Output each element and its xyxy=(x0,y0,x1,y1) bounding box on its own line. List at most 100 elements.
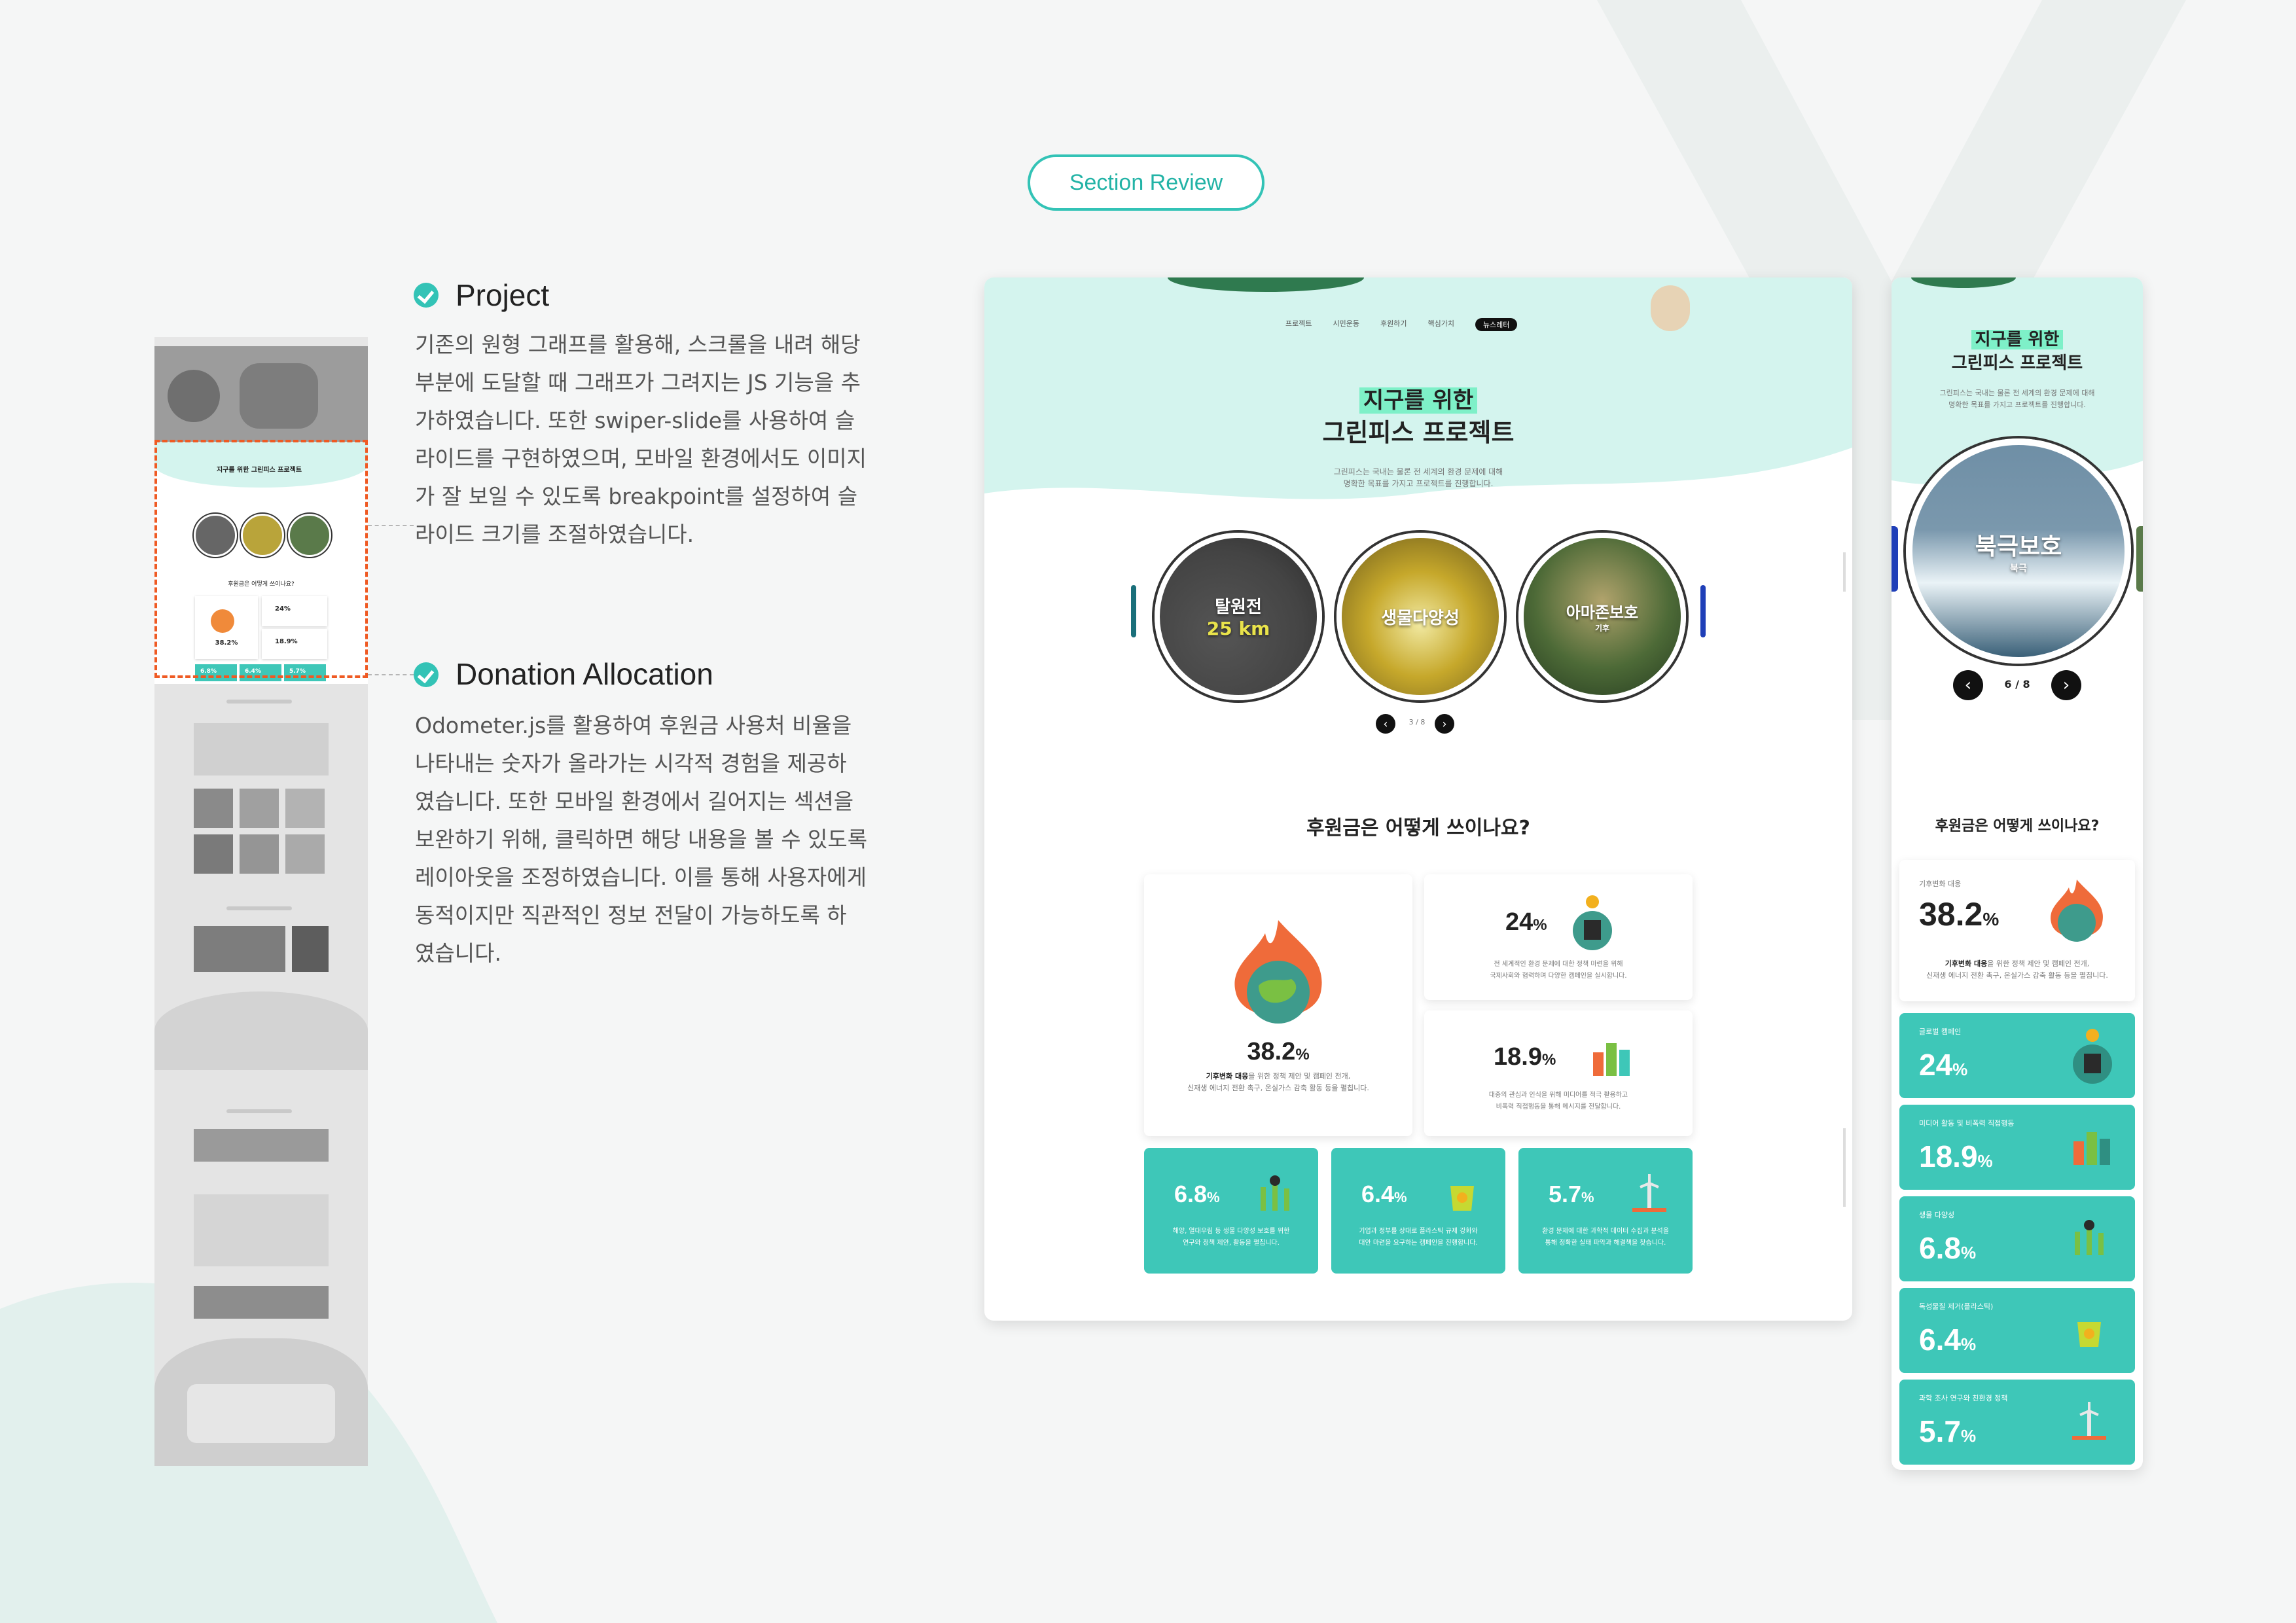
media-desc-line1: 대중의 관심과 인식을 위해 미디어를 적극 활용하고 xyxy=(1488,1092,1628,1099)
mobile-plant-bee-icon xyxy=(2075,1220,2104,1255)
connector-line xyxy=(368,674,414,675)
mobile-raised-fists-icon xyxy=(2073,1132,2110,1165)
biodiversity-desc-line1: 해양, 열대우림 등 생물 다양성 보호를 위한 xyxy=(1172,1228,1290,1235)
mobile-media-label: 미디어 활동 및 비폭력 직접행동 xyxy=(1919,1119,2015,1128)
otter-icon xyxy=(1651,285,1690,331)
donation-card-climate[interactable]: 38.2% 기후변화 대응을 위한 정책 제안 및 캠페인 전개, 신재생 에너… xyxy=(1144,874,1412,1136)
mobile-hero-title-line2: 그린피스 프로젝트 xyxy=(1951,353,2083,373)
mobile-mockup: 지구를 위한 그린피스 프로젝트 그린피스는 국내는 물론 전 세계의 환경 문… xyxy=(1892,277,2143,1470)
slide-label: 생물다양성 xyxy=(1381,608,1460,628)
nav-bar: 프로젝트 시민운동 후원하기 핵심가치 뉴스레터 xyxy=(1285,318,1518,331)
mobile-plastic-value: 6.4 xyxy=(1919,1323,1961,1357)
biodiversity-value: 6.8 xyxy=(1174,1181,1208,1207)
next-arrow-icon[interactable]: › xyxy=(1435,714,1454,734)
nav-item-donate[interactable]: 후원하기 xyxy=(1380,318,1407,331)
climate-value: 38.2% xyxy=(1247,1038,1310,1065)
hero-desc-line2: 명확한 목표를 가지고 프로젝트를 진행합니다. xyxy=(1343,479,1494,488)
hero-desc-line1: 그린피스는 국내는 물론 전 세계의 환경 문제에 대해 xyxy=(1333,467,1503,476)
nav-item-newsletter[interactable]: 뉴스레터 xyxy=(1475,318,1518,331)
slide-label: 탈원전 xyxy=(1215,597,1262,617)
biodiversity-desc-line2: 연구와 정책 제안, 활동을 펼칩니다. xyxy=(1183,1240,1280,1247)
donation-description: Odometer.js를 활용하여 후원금 사용처 비율을 나타내는 숫자가 올… xyxy=(415,713,868,966)
donation-title: Donation Allocation xyxy=(456,657,713,691)
climate-desc-line1: 기후변화 대응을 위한 정책 제안 및 캠페인 전개, xyxy=(1206,1072,1351,1080)
check-icon xyxy=(414,662,439,687)
mobile-climate-desc-line2: 신재생 에너지 전환 촉구, 온실가스 감축 활동 등을 펼칩니다. xyxy=(1926,971,2108,980)
desktop-mockup: 프로젝트 시민운동 후원하기 핵심가치 뉴스레터 지구를 위한 그린피스 프로젝… xyxy=(984,277,1852,1321)
mobile-slide-edge-right xyxy=(2136,526,2143,592)
slide-nuclear[interactable]: 탈원전 25 km xyxy=(1155,533,1322,700)
mobile-slide-label: 북극보호 xyxy=(1975,533,2062,560)
burning-earth-icon xyxy=(1234,920,1322,1024)
section-review-label: Section Review xyxy=(1069,169,1223,195)
mobile-card-plastic[interactable]: 독성물질 제거(플라스틱) 6.4% xyxy=(1899,1288,2135,1373)
mobile-media-value: 18.9 xyxy=(1919,1139,1978,1173)
mobile-next-arrow-icon[interactable]: › xyxy=(2051,670,2081,700)
media-value: 18.9% xyxy=(1494,1043,1556,1071)
mobile-slide-arctic[interactable]: 북극보호 북극 xyxy=(1906,438,2131,664)
slide-label: 아마존보호 xyxy=(1566,603,1639,622)
mobile-plastic-label: 독성물질 제거(플라스틱) xyxy=(1919,1302,1994,1311)
thumb-remaining-sections xyxy=(154,684,368,1466)
mobile-wind-turbine-icon xyxy=(2072,1402,2106,1440)
slide-edge-left xyxy=(1131,585,1136,637)
prev-arrow-icon[interactable]: ‹ xyxy=(1376,714,1395,734)
donation-card-global[interactable]: 24% 전 세계적인 환경 문제에 대한 정책 마련을 위해 국제사회와 협력하… xyxy=(1424,874,1693,1000)
check-icon xyxy=(414,283,439,308)
slide-sub: 기후 xyxy=(1594,624,1610,633)
project-title: Project xyxy=(456,278,550,312)
mobile-slide-edge-left xyxy=(1892,526,1898,592)
science-value: 5.7 xyxy=(1549,1181,1582,1207)
project-description: 기존의 원형 그래프를 활용해, 스크롤을 내려 해당 부분에 도달할 때 그래… xyxy=(415,332,867,547)
plastic-bag-icon xyxy=(1450,1186,1474,1211)
climate-desc-line2: 신재생 에너지 전환 촉구, 온실가스 감축 활동 등을 펼칩니다. xyxy=(1187,1084,1369,1092)
hero-title-line2: 그린피스 프로젝트 xyxy=(1322,418,1515,447)
mobile-hero-desc-line1: 그린피스는 국내는 물론 전 세계의 환경 문제에 대해 xyxy=(1939,389,2095,397)
slide-pager: 3 / 8 xyxy=(1408,718,1426,726)
mobile-plastic-bag-icon xyxy=(2077,1322,2101,1347)
mobile-card-biodiversity[interactable]: 생물 다양성 6.8% xyxy=(1899,1196,2135,1281)
slide-biodiversity[interactable]: 생물다양성 xyxy=(1336,533,1504,700)
donation-card-plastic[interactable]: 6.4% 기업과 정부를 상대로 플라스틱 규제 강화와 대안 마련을 요구하는… xyxy=(1331,1148,1505,1274)
mobile-card-climate[interactable]: 기후변화 대응 38.2% 기후변화 대응을 위한 정책 제안 및 캠페인 전개… xyxy=(1899,860,2135,1001)
mobile-global-label: 글로벌 캠페인 xyxy=(1919,1027,1962,1036)
plastic-value: 6.4 xyxy=(1361,1181,1395,1207)
scrollbar[interactable] xyxy=(1843,552,1846,592)
slide-badge: 25 km xyxy=(1206,618,1270,639)
mobile-prev-arrow-icon[interactable]: ‹ xyxy=(1953,670,1983,700)
mobile-biodiversity-value: 6.8 xyxy=(1919,1231,1961,1265)
scrollbar[interactable] xyxy=(1843,1128,1846,1207)
science-desc-line2: 통해 정확한 실태 파악과 해결책을 찾습니다. xyxy=(1545,1240,1666,1247)
mobile-hero-title-line1: 지구를 위한 xyxy=(1892,326,2143,350)
nav-item-projects[interactable]: 프로젝트 xyxy=(1285,318,1312,331)
plant-bee-icon xyxy=(1261,1175,1289,1211)
donation-card-science[interactable]: 5.7% 환경 문제에 대한 과학적 데이터 수집과 분석을 통해 정확한 실태… xyxy=(1518,1148,1693,1274)
mobile-biodiversity-label: 생물 다양성 xyxy=(1919,1211,1955,1219)
mobile-climate-desc-line1: 기후변화 대응을 위한 정책 제안 및 캠페인 전개, xyxy=(1945,959,2090,968)
mobile-climate-value: 38.2 xyxy=(1919,896,1983,933)
mobile-science-value: 5.7 xyxy=(1919,1414,1961,1448)
nav-item-values[interactable]: 핵심가치 xyxy=(1427,318,1454,331)
donation-heading: 후원금은 어떻게 쓰이나요? xyxy=(1306,817,1530,840)
connector-line xyxy=(368,525,414,526)
mobile-climate-label: 기후변화 대응 xyxy=(1919,880,1962,888)
donation-card-biodiversity[interactable]: 6.8% 해양, 열대우림 등 생물 다양성 보호를 위한 연구와 정책 제안,… xyxy=(1144,1148,1318,1274)
highlight-frame xyxy=(154,440,368,678)
donation-card-media[interactable]: 18.9% 대중의 관심과 인식을 위해 미디어를 적극 활용하고 비폭력 직접… xyxy=(1424,1010,1693,1136)
hero-title-line1: 지구를 위한 xyxy=(984,382,1852,414)
nav-item-campaigns[interactable]: 시민운동 xyxy=(1333,318,1359,331)
mobile-donation-heading: 후원금은 어떻게 쓰이나요? xyxy=(1935,818,2100,834)
global-value: 24% xyxy=(1505,908,1547,936)
mobile-global-value: 24 xyxy=(1919,1048,1953,1082)
mobile-card-media[interactable]: 미디어 활동 및 비폭력 직접행동 18.9% xyxy=(1899,1105,2135,1190)
mobile-earth-bin-icon xyxy=(2073,1029,2112,1084)
mobile-card-global[interactable]: 글로벌 캠페인 24% xyxy=(1899,1013,2135,1098)
slide-amazon[interactable]: 아마존보호 기후 xyxy=(1518,533,1686,700)
mobile-slide-sub: 북극 xyxy=(2010,563,2027,574)
mobile-slide-pager: 6 / 8 xyxy=(2004,678,2030,690)
slide-edge-right xyxy=(1700,585,1706,637)
earth-bin-icon xyxy=(1573,895,1612,950)
global-desc-line1: 전 세계적인 환경 문제에 대한 정책 마련을 위해 xyxy=(1494,961,1623,968)
mobile-hero-desc-line2: 명확한 목표를 가지고 프로젝트를 진행합니다. xyxy=(1948,401,2086,409)
mobile-card-science[interactable]: 과학 조사 연구와 친환경 정책 5.7% xyxy=(1899,1380,2135,1465)
